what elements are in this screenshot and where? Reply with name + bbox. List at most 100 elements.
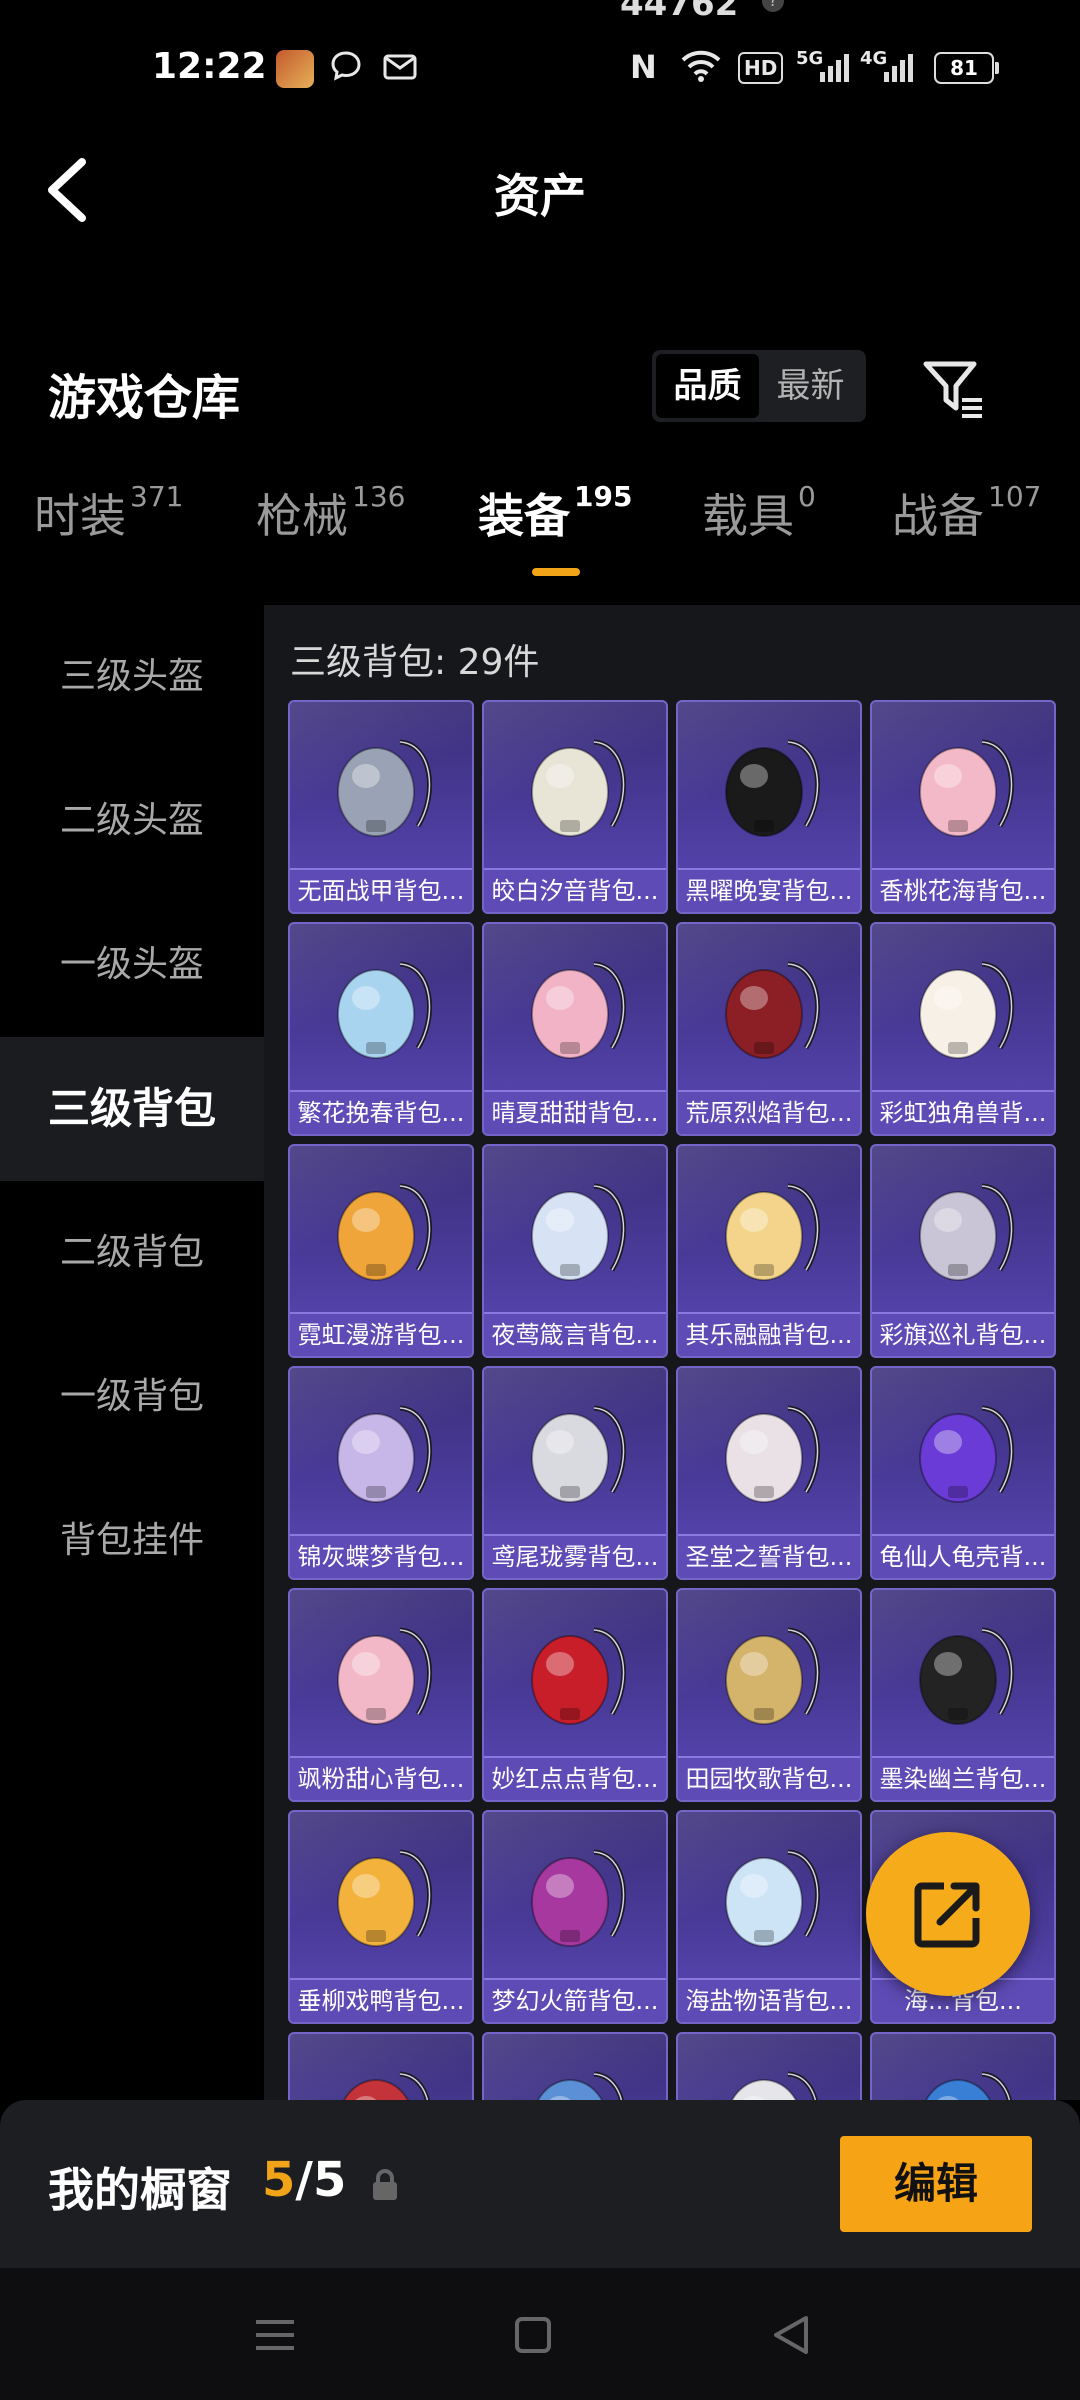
item-card[interactable] [288, 2032, 474, 2100]
filter-button[interactable] [918, 352, 990, 424]
item-name: 繁花挽春背包... [290, 1090, 472, 1134]
item-card[interactable]: 彩旗巡礼背包... [870, 1144, 1056, 1358]
top-notification-number: 44762 [620, 0, 739, 24]
item-name: 鸢尾珑雾背包... [484, 1534, 666, 1578]
subcategory-sidebar: 三级头盔 二级头盔 一级头盔 三级背包 二级背包 一级背包 背包挂件 [0, 605, 264, 2105]
white-wing-backpack-icon [731, 2071, 819, 2100]
item-name: 锦灰蝶梦背包... [290, 1534, 472, 1578]
neon-backpack-icon [337, 1183, 433, 1281]
item-name: 荒原烈焰背包... [678, 1090, 860, 1134]
mail-icon [382, 48, 418, 86]
item-name: 晴夏甜甜背包... [484, 1090, 666, 1134]
item-card[interactable]: 繁花挽春背包... [288, 922, 474, 1136]
item-name: 彩虹独角兽背... [872, 1090, 1054, 1134]
item-card[interactable]: 妙红点点背包... [482, 1588, 668, 1802]
item-card[interactable] [870, 2032, 1056, 2100]
item-card[interactable] [482, 2032, 668, 2100]
item-name: 香桃花海背包... [872, 868, 1054, 912]
item-name: 彩旗巡礼背包... [872, 1312, 1054, 1356]
sidebar-item-level3-helmet[interactable]: 三级头盔 [0, 605, 264, 749]
star-disc-backpack-icon [919, 1183, 1015, 1281]
chat-icon [328, 48, 364, 86]
item-card[interactable]: 圣堂之誓背包... [676, 1366, 862, 1580]
item-name: 其乐融融背包... [678, 1312, 860, 1356]
tab-label: 战备 [892, 489, 984, 543]
turtle-shell-backpack-icon [919, 1405, 1015, 1503]
jellyfish-backpack-icon [531, 1183, 627, 1281]
seashell-backpack-icon [531, 961, 627, 1059]
signal-5g-icon [820, 52, 849, 82]
status-time: 12:22 [152, 46, 267, 87]
black-cylinder-backpack-icon [919, 1627, 1015, 1725]
item-card[interactable]: 鸢尾珑雾背包... [482, 1366, 668, 1580]
item-card[interactable]: 夜莺箴言背包... [482, 1144, 668, 1358]
blue-orb-backpack-icon [925, 2071, 1013, 2100]
tab-count: 371 [130, 480, 184, 513]
basket-backpack-icon [725, 1627, 821, 1725]
tab-guns[interactable]: 枪械 136 [256, 480, 405, 546]
tab-fashion[interactable]: 时装 371 [34, 480, 183, 546]
back-nav-icon[interactable] [766, 2310, 816, 2360]
item-name: 飒粉甜心背包... [290, 1756, 472, 1800]
flower-backpack-icon [337, 961, 433, 1059]
item-card[interactable]: 梦幻火箭背包... [482, 1810, 668, 2024]
item-card[interactable]: 荒原烈焰背包... [676, 922, 862, 1136]
item-card[interactable]: 无面战甲背包... [288, 700, 474, 914]
dog-backpack-icon [725, 739, 821, 837]
share-button[interactable] [866, 1832, 1030, 1996]
tab-count: 136 [352, 480, 406, 513]
item-card[interactable]: 香桃花海背包... [870, 700, 1056, 914]
filter-icon [923, 361, 982, 418]
share-icon [914, 1882, 980, 1948]
item-name: 海盐物语背包... [678, 1978, 860, 2022]
home-nav-icon[interactable] [508, 2310, 558, 2360]
item-card[interactable]: 黑曜晚宴背包... [676, 700, 862, 914]
item-card[interactable]: 垂柳戏鸭背包... [288, 1810, 474, 2024]
item-name: 无面战甲背包... [290, 868, 472, 912]
sidebar-item-level1-backpack[interactable]: 一级背包 [0, 1325, 264, 1469]
item-card[interactable]: 其乐融融背包... [676, 1144, 862, 1358]
tab-equipment[interactable]: 装备 195 [478, 480, 632, 546]
item-name: 夜莺箴言背包... [484, 1312, 666, 1356]
item-card[interactable]: 霓虹漫游背包... [288, 1144, 474, 1358]
tab-label: 装备 [478, 489, 570, 543]
item-card[interactable]: 彩虹独角兽背... [870, 922, 1056, 1136]
item-name: 墨染幽兰背包... [872, 1756, 1054, 1800]
butterfly-backpack-icon [337, 1405, 433, 1503]
pink-backpack-icon [337, 1627, 433, 1725]
item-card[interactable]: 飒粉甜心背包... [288, 1588, 474, 1802]
unicorn-backpack-icon [919, 961, 1015, 1059]
tab-label: 枪械 [256, 489, 348, 543]
item-card[interactable]: 锦灰蝶梦背包... [288, 1366, 474, 1580]
ladybug-backpack-icon [531, 1627, 627, 1725]
item-card[interactable]: 晴夏甜甜背包... [482, 922, 668, 1136]
page-title: 资产 [494, 169, 586, 223]
item-name: 皎白汐音背包... [484, 868, 666, 912]
battery-icon: 81 [934, 52, 999, 84]
duck-backpack-icon [337, 1849, 433, 1947]
item-card[interactable]: 龟仙人龟壳背... [870, 1366, 1056, 1580]
sidebar-item-level3-backpack[interactable]: 三级背包 [0, 1037, 264, 1181]
item-name: 龟仙人龟壳背... [872, 1534, 1054, 1578]
tab-vehicles[interactable]: 载具 0 [702, 480, 816, 546]
edit-button[interactable]: 编辑 [840, 2136, 1032, 2232]
bunny-ball-backpack-icon [725, 1183, 821, 1281]
signal-4g-icon [884, 52, 913, 82]
item-card[interactable] [676, 2032, 862, 2100]
tab-combat-gear[interactable]: 战备 107 [892, 480, 1041, 546]
sidebar-item-level1-helmet[interactable]: 一级头盔 [0, 893, 264, 1037]
item-card[interactable]: 皎白汐音背包... [482, 700, 668, 914]
sidebar-item-level2-helmet[interactable]: 二级头盔 [0, 749, 264, 893]
sort-by-quality[interactable]: 品质 [656, 354, 759, 418]
showcase-current: 5 [262, 2152, 296, 2208]
showcase-total: 5 [312, 2152, 347, 2208]
sidebar-item-backpack-pendant[interactable]: 背包挂件 [0, 1469, 264, 1613]
item-card[interactable]: 海盐物语背包... [676, 1810, 862, 2024]
tab-count: 107 [988, 480, 1042, 513]
menu-nav-icon[interactable] [250, 2310, 300, 2360]
item-card[interactable]: 墨染幽兰背包... [870, 1588, 1056, 1802]
sidebar-item-level2-backpack[interactable]: 二级背包 [0, 1181, 264, 1325]
white-shell-backpack-icon [531, 739, 627, 837]
sort-by-latest[interactable]: 最新 [759, 354, 862, 418]
item-card[interactable]: 田园牧歌背包... [676, 1588, 862, 1802]
